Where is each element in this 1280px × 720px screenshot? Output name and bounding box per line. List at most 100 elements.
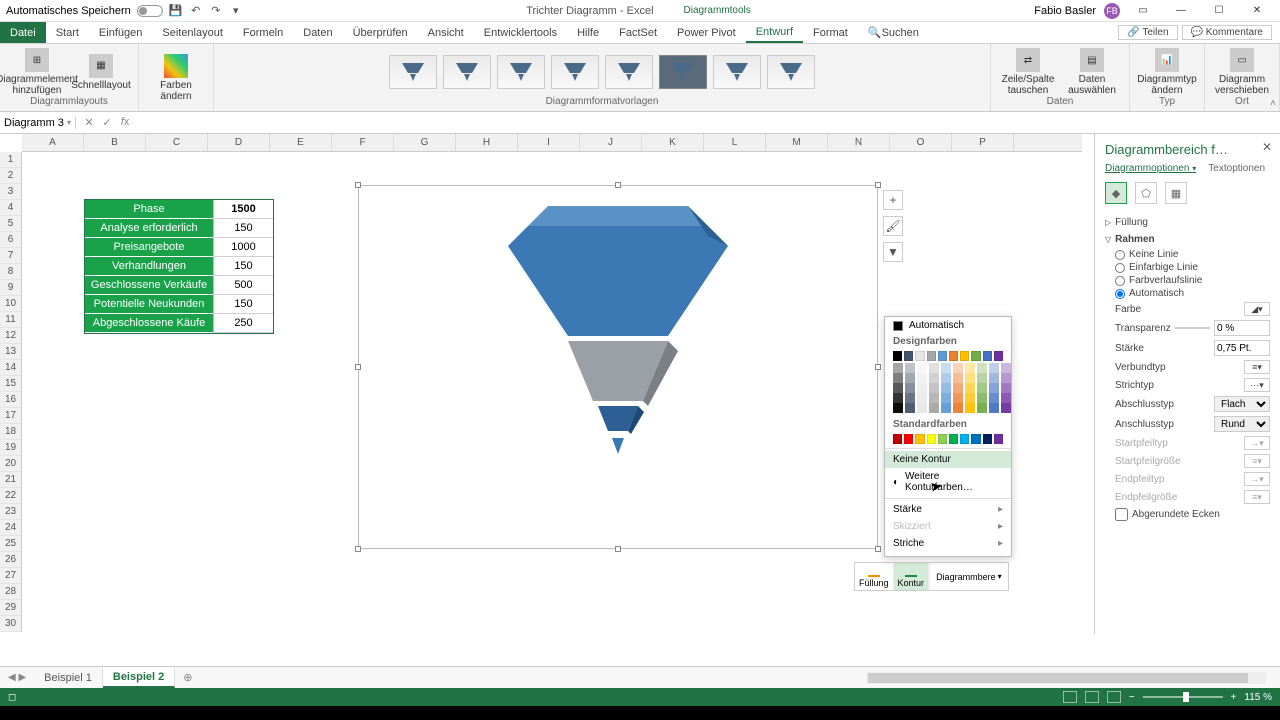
quick-layout-button[interactable]: ▦Schnelllayout bbox=[72, 54, 130, 91]
automatic-color-item[interactable]: Automatisch bbox=[885, 317, 1011, 334]
record-macro-icon[interactable]: ◻ bbox=[8, 692, 16, 703]
shade-swatch[interactable] bbox=[953, 393, 963, 403]
zoom-slider[interactable] bbox=[1143, 696, 1223, 698]
col-header[interactable]: G bbox=[394, 134, 456, 151]
fill-button[interactable]: Füllung bbox=[855, 563, 894, 590]
chart-object[interactable]: + 🖌 ▼ bbox=[358, 185, 878, 549]
resize-handle[interactable] bbox=[355, 546, 361, 552]
tab-factset[interactable]: FactSet bbox=[609, 22, 667, 43]
cancel-formula-icon[interactable]: ✕ bbox=[82, 116, 96, 129]
col-header[interactable]: C bbox=[146, 134, 208, 151]
row-header[interactable]: 14 bbox=[0, 360, 22, 376]
shade-swatch[interactable] bbox=[989, 383, 999, 393]
standard-swatch-row[interactable] bbox=[885, 432, 1011, 446]
row-label[interactable]: Geschlossene Verkäufe bbox=[85, 276, 213, 295]
shade-swatch[interactable] bbox=[977, 383, 987, 393]
table-header-label[interactable]: Phase bbox=[85, 200, 213, 219]
shade-swatch[interactable] bbox=[929, 363, 939, 373]
compound-field[interactable]: Verbundtyp≡▾ bbox=[1105, 358, 1270, 376]
row-header[interactable]: 25 bbox=[0, 536, 22, 552]
row-header[interactable]: 26 bbox=[0, 552, 22, 568]
shade-swatch[interactable] bbox=[977, 393, 987, 403]
shade-swatch[interactable] bbox=[953, 403, 963, 413]
shade-swatch[interactable] bbox=[893, 363, 903, 373]
no-outline-item[interactable]: Keine Kontur bbox=[885, 451, 1011, 468]
table-row[interactable]: Potentielle Neukunden150 bbox=[85, 295, 273, 314]
shade-swatch[interactable] bbox=[929, 393, 939, 403]
comments-button[interactable]: 💬 Kommentare bbox=[1182, 25, 1272, 40]
autosave-toggle[interactable] bbox=[137, 5, 163, 17]
chart-elements-button[interactable]: + bbox=[883, 190, 903, 210]
dash-field[interactable]: Strichtyp⋯▾ bbox=[1105, 376, 1270, 394]
fill-section-header[interactable]: ▷Füllung bbox=[1105, 214, 1270, 231]
enter-formula-icon[interactable]: ✓ bbox=[100, 116, 114, 129]
shade-swatch[interactable] bbox=[917, 373, 927, 383]
row-header[interactable]: 15 bbox=[0, 376, 22, 392]
shade-swatch[interactable] bbox=[953, 363, 963, 373]
normal-view-icon[interactable] bbox=[1063, 691, 1077, 703]
row-header[interactable]: 20 bbox=[0, 456, 22, 472]
change-colors-button[interactable]: Farben ändern bbox=[147, 54, 205, 102]
tab-entwicklertools[interactable]: Entwicklertools bbox=[474, 22, 567, 43]
row-header[interactable]: 3 bbox=[0, 184, 22, 200]
shade-swatch[interactable] bbox=[953, 383, 963, 393]
tab-formeln[interactable]: Formeln bbox=[233, 22, 293, 43]
row-label[interactable]: Preisangebote bbox=[85, 238, 213, 257]
name-box[interactable]: Diagramm 3▾ bbox=[0, 117, 76, 129]
table-row[interactable]: Analyse erforderlich150 bbox=[85, 219, 273, 238]
row-header[interactable]: 16 bbox=[0, 392, 22, 408]
cap-field[interactable]: AbschlusstypFlach bbox=[1105, 394, 1270, 414]
row-header[interactable]: 7 bbox=[0, 248, 22, 264]
tab-hilfe[interactable]: Hilfe bbox=[567, 22, 609, 43]
shade-swatch[interactable] bbox=[1001, 373, 1011, 383]
size-props-icon[interactable]: ▦ bbox=[1165, 182, 1187, 204]
row-value[interactable]: 250 bbox=[213, 314, 273, 333]
weight-submenu[interactable]: Stärke▸ bbox=[885, 501, 1011, 518]
user-avatar[interactable]: FB bbox=[1104, 3, 1120, 19]
width-field[interactable]: Stärke bbox=[1105, 338, 1270, 358]
row-header[interactable]: 27 bbox=[0, 568, 22, 584]
row-header[interactable]: 5 bbox=[0, 216, 22, 232]
chart-style-thumb[interactable] bbox=[389, 55, 437, 89]
shade-swatch[interactable] bbox=[893, 403, 903, 413]
shade-swatch[interactable] bbox=[905, 363, 915, 373]
row-header[interactable]: 1 bbox=[0, 152, 22, 168]
col-header[interactable]: P bbox=[952, 134, 1014, 151]
row-header[interactable]: 2 bbox=[0, 168, 22, 184]
worksheet-grid[interactable]: ABCDEFGHIJKLMNOP 12345678910111213141516… bbox=[0, 134, 1094, 634]
page-break-view-icon[interactable] bbox=[1107, 691, 1121, 703]
col-header[interactable]: E bbox=[270, 134, 332, 151]
row-header[interactable]: 12 bbox=[0, 328, 22, 344]
chart-style-thumb[interactable] bbox=[767, 55, 815, 89]
close-button[interactable]: ✕ bbox=[1242, 1, 1272, 21]
share-button[interactable]: 🔗 Teilen bbox=[1118, 25, 1177, 40]
col-header[interactable]: D bbox=[208, 134, 270, 151]
row-value[interactable]: 1000 bbox=[213, 238, 273, 257]
chart-style-thumb[interactable] bbox=[659, 55, 707, 89]
color-picker-button[interactable]: ◢▾ bbox=[1244, 302, 1270, 316]
tab-seitenlayout[interactable]: Seitenlayout bbox=[152, 22, 233, 43]
col-header[interactable]: K bbox=[642, 134, 704, 151]
tab-einfuegen[interactable]: Einfügen bbox=[89, 22, 152, 43]
col-header[interactable]: O bbox=[890, 134, 952, 151]
shade-swatch[interactable] bbox=[941, 373, 951, 383]
transparency-field[interactable]: Transparenz bbox=[1105, 318, 1270, 338]
color-field[interactable]: Farbe◢▾ bbox=[1105, 300, 1270, 318]
minimize-button[interactable]: — bbox=[1166, 1, 1196, 21]
shade-swatch[interactable] bbox=[977, 373, 987, 383]
chart-element-selector[interactable]: Diagrammbere▾ bbox=[929, 563, 1008, 590]
col-header[interactable]: L bbox=[704, 134, 766, 151]
col-header[interactable]: A bbox=[22, 134, 84, 151]
search-box[interactable]: 🔍 Suchen bbox=[858, 22, 929, 43]
chart-style-thumb[interactable] bbox=[713, 55, 761, 89]
zoom-out-button[interactable]: − bbox=[1129, 692, 1135, 703]
theme-shades-grid[interactable] bbox=[885, 363, 1011, 417]
shade-swatch[interactable] bbox=[1001, 363, 1011, 373]
row-label[interactable]: Potentielle Neukunden bbox=[85, 295, 213, 314]
row-header[interactable]: 23 bbox=[0, 504, 22, 520]
shade-swatch[interactable] bbox=[905, 403, 915, 413]
horizontal-scrollbar[interactable] bbox=[866, 672, 1266, 684]
row-header[interactable]: 17 bbox=[0, 408, 22, 424]
table-row[interactable]: Abgeschlossene Käufe250 bbox=[85, 314, 273, 333]
shade-swatch[interactable] bbox=[917, 383, 927, 393]
